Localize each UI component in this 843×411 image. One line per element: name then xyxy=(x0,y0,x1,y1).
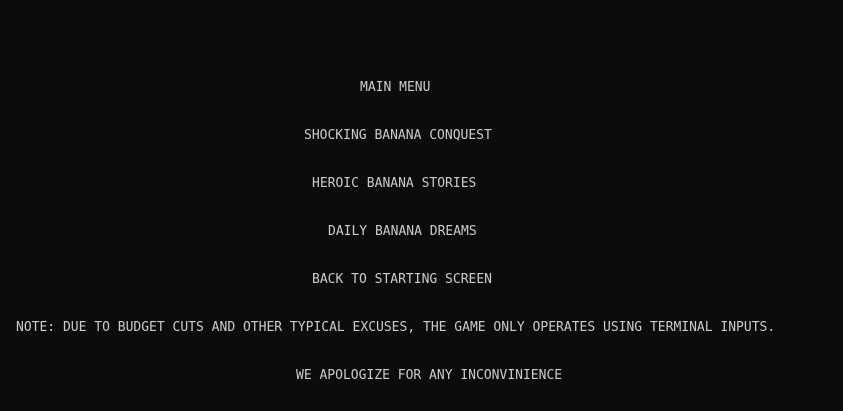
menu-option-daily-banana-dreams[interactable]: DAILY BANANA DREAMS xyxy=(328,224,477,240)
menu-option-shocking-banana-conquest[interactable]: SHOCKING BANANA CONQUEST xyxy=(304,128,492,144)
menu-title: MAIN MENU xyxy=(360,80,431,95)
menu-option-back-to-starting-screen[interactable]: BACK TO STARTING SCREEN xyxy=(312,272,492,288)
apology-message: WE APOLOGIZE FOR ANY INCONVINIENCE xyxy=(296,368,563,383)
terminal-input-note: NOTE: DUE TO BUDGET CUTS AND OTHER TYPIC… xyxy=(16,320,776,335)
menu-option-heroic-banana-stories[interactable]: HEROIC BANANA STORIES xyxy=(312,176,476,192)
